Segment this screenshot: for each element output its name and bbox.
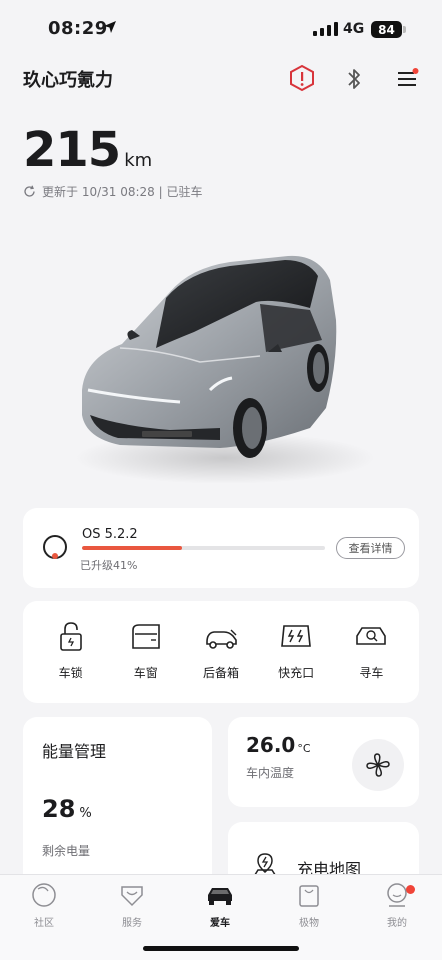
bluetooth-icon[interactable] — [344, 66, 364, 92]
quick-controls: 车锁 车窗 后备箱 快充口 寻车 — [23, 601, 419, 703]
view-details-button[interactable]: 查看详情 — [336, 537, 405, 559]
tab-label: 爱车 — [210, 918, 230, 929]
energy-management-card[interactable]: 能量管理 28% 剩余电量 — [23, 717, 212, 887]
car-image — [75, 255, 375, 484]
status-bar: 08:29 4G 84 — [0, 0, 442, 60]
cabin-temperature-card[interactable]: 26.0 °C 车内温度 — [228, 717, 419, 807]
tab-label: 服务 — [122, 918, 142, 929]
location-arrow-icon — [104, 21, 116, 33]
tab-label: 我的 — [387, 918, 407, 929]
temperature-unit: °C — [297, 742, 311, 755]
control-label: 快充口 — [278, 666, 315, 680]
os-version: OS 5.2.2 — [82, 527, 138, 542]
os-update-icon — [43, 535, 67, 559]
os-progress-fill — [82, 546, 182, 550]
tab-label: 社区 — [34, 918, 54, 929]
network-type: 4G — [343, 21, 365, 37]
car-name[interactable]: 玖心巧氪力 — [23, 66, 113, 92]
temperature-value: 26.0 °C — [246, 733, 311, 757]
os-status: 已升级41% — [80, 559, 138, 572]
notification-badge — [406, 885, 415, 894]
control-trunk[interactable]: 后备箱 — [186, 601, 256, 703]
fan-button[interactable] — [352, 739, 404, 791]
app-header: 玖心巧氪力 — [0, 62, 442, 96]
tab-service[interactable]: 服务 — [102, 881, 162, 929]
tab-my-car[interactable]: 爱车 — [190, 881, 250, 929]
charge-port-icon — [281, 625, 312, 647]
control-label: 车锁 — [58, 666, 83, 680]
energy-title: 能量管理 — [42, 742, 107, 761]
alert-icon[interactable] — [289, 64, 315, 92]
car-icon — [208, 888, 232, 905]
control-lock[interactable]: 车锁 — [36, 601, 106, 703]
cellular-signal-icon — [313, 22, 338, 36]
control-find-car[interactable]: 寻车 — [336, 601, 406, 703]
window-icon — [131, 624, 160, 649]
control-charge-port[interactable]: 快充口 — [261, 601, 331, 703]
update-text: 更新于 10/31 08:28 | 已驻车 — [42, 185, 203, 199]
tab-label: 极物 — [299, 918, 319, 929]
tab-profile[interactable]: 我的 — [367, 881, 427, 929]
control-label: 寻车 — [359, 666, 384, 680]
battery-percentage-unit: % — [79, 806, 92, 821]
os-progress-bar — [82, 546, 325, 550]
community-icon — [32, 883, 56, 907]
refresh-icon[interactable] — [23, 185, 36, 198]
find-car-icon — [356, 627, 387, 645]
control-label: 车窗 — [133, 666, 158, 680]
service-icon — [121, 886, 143, 907]
tab-shop[interactable]: 极物 — [279, 881, 339, 929]
tab-community[interactable]: 社区 — [14, 881, 74, 929]
menu-icon[interactable] — [397, 68, 419, 88]
control-label: 后备箱 — [202, 666, 239, 680]
lock-icon — [59, 622, 82, 651]
trunk-icon — [206, 629, 237, 649]
update-info[interactable]: 更新于 10/31 08:28 | 已驻车 — [23, 183, 202, 200]
range-value: 215 — [23, 122, 121, 178]
fan-icon — [366, 753, 390, 777]
battery-indicator: 84 — [371, 21, 406, 38]
status-time: 08:29 — [48, 18, 108, 39]
battery-label: 剩余电量 — [42, 844, 91, 858]
range-unit: km — [124, 150, 153, 171]
os-update-card[interactable]: OS 5.2.2 已升级41% 查看详情 — [23, 508, 419, 588]
range-display: 215 km — [23, 122, 152, 178]
home-indicator — [143, 946, 299, 951]
temperature-label: 车内温度 — [246, 766, 295, 780]
shop-icon — [299, 885, 319, 907]
battery-percentage: 28% — [42, 795, 92, 823]
battery-level: 84 — [378, 22, 395, 37]
control-window[interactable]: 车窗 — [111, 601, 181, 703]
